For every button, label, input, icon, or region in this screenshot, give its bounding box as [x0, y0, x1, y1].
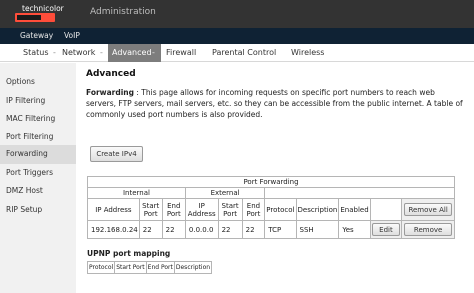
menu-status[interactable]: Status [23, 48, 49, 57]
upnp-header-end-port: End Port [145, 261, 175, 274]
description-cell: SSH [295, 220, 340, 239]
create-ipv4-button[interactable]: Create IPv4 [90, 146, 143, 162]
edit-button[interactable]: Edit [371, 223, 400, 236]
table-title-row: Port Forwarding [87, 176, 455, 188]
section-heading: Advanced [86, 69, 136, 79]
external-ip-cell: 0.0.0.0 [184, 220, 219, 239]
header-ip-address: IP Address [87, 198, 140, 221]
remove-all-cell: Remove All [401, 198, 455, 221]
menu-advanced[interactable]: Advanced [112, 48, 152, 57]
upnp-header-row: Protocol Start Port End Port Description [86, 261, 213, 274]
blank-header [264, 187, 455, 199]
header-end-port: End Port [241, 198, 266, 221]
menu-parental-control[interactable]: Parental Control [212, 48, 276, 57]
table-header-row: IP Address Start Port End Port IP Addres… [87, 198, 455, 221]
remove-cell: Remove [401, 220, 455, 239]
sidebar-item-mac-filtering[interactable]: MAC Filtering [0, 110, 76, 129]
internal-group-header: Internal [87, 187, 186, 199]
enabled-cell: Yes [338, 220, 371, 239]
logo-text: technicolor [22, 4, 64, 13]
internal-end-port-cell: 22 [161, 220, 186, 239]
menu-wireless[interactable]: Wireless [291, 48, 324, 57]
header-ip-address: IP Address [184, 198, 219, 221]
menu-network[interactable]: Network [62, 48, 95, 57]
port-forwarding-table: Port Forwarding Internal External IP Add… [87, 176, 455, 239]
technicolor-logo: technicolor [6, 4, 78, 24]
table-title: Port Forwarding [87, 176, 455, 188]
edit-cell: Edit [369, 220, 403, 239]
internal-ip-cell: 192.168.0.24 [87, 220, 140, 239]
sidebar: Options IP Filtering MAC Filtering Port … [0, 63, 76, 293]
sidebar-item-port-triggers[interactable]: Port Triggers [0, 164, 76, 183]
remove-all-button[interactable]: Remove All [404, 203, 453, 216]
header-protocol: Protocol [264, 198, 297, 221]
sidebar-item-ip-filtering[interactable]: IP Filtering [0, 92, 76, 111]
secondary-nav: Status - Network - Advanced - Firewall P… [0, 44, 474, 62]
page-title: Administration [90, 7, 156, 17]
menu-separator: - [53, 48, 56, 57]
external-start-port-cell: 22 [217, 220, 243, 239]
sidebar-item-rip-setup[interactable]: RIP Setup [0, 201, 76, 220]
primary-nav: Gateway VoIP [0, 28, 474, 44]
menu-separator: - [152, 48, 155, 57]
table-row: 192.168.0.24 22 22 0.0.0.0 22 22 TCP SSH… [87, 220, 455, 239]
tab-voip[interactable]: VoIP [64, 31, 80, 40]
internal-start-port-cell: 22 [138, 220, 163, 239]
logo-mark [15, 13, 55, 22]
external-end-port-cell: 22 [241, 220, 266, 239]
sidebar-item-dmz-host[interactable]: DMZ Host [0, 182, 76, 201]
protocol-cell: TCP [264, 220, 297, 239]
header-description: Description [295, 198, 340, 221]
header-start-port: Start Port [138, 198, 163, 221]
upnp-header-start-port: Start Port [114, 261, 147, 274]
top-bar: technicolor Administration [0, 0, 474, 28]
header-start-port: Start Port [217, 198, 243, 221]
header-enabled: Enabled [338, 198, 371, 221]
table-group-row: Internal External [87, 187, 455, 199]
upnp-header-protocol: Protocol [86, 261, 116, 274]
menu-firewall[interactable]: Firewall [166, 48, 196, 57]
menu-separator: - [100, 48, 103, 57]
upnp-header-description: Description [173, 261, 213, 274]
upnp-table: Protocol Start Port End Port Description [86, 261, 213, 274]
tab-gateway[interactable]: Gateway [20, 31, 53, 40]
sidebar-item-forwarding[interactable]: Forwarding [0, 145, 76, 164]
description-label: Forwarding [86, 88, 135, 97]
sidebar-item-options[interactable]: Options [0, 73, 76, 92]
section-description: Forwarding : This page allows for incomi… [86, 87, 466, 120]
external-group-header: External [184, 187, 266, 199]
header-blank [369, 198, 403, 221]
upnp-title: UPNP port mapping [87, 249, 171, 258]
remove-button[interactable]: Remove [404, 223, 453, 236]
description-text: : This page allows for incoming requests… [86, 88, 463, 119]
header-end-port: End Port [161, 198, 186, 221]
